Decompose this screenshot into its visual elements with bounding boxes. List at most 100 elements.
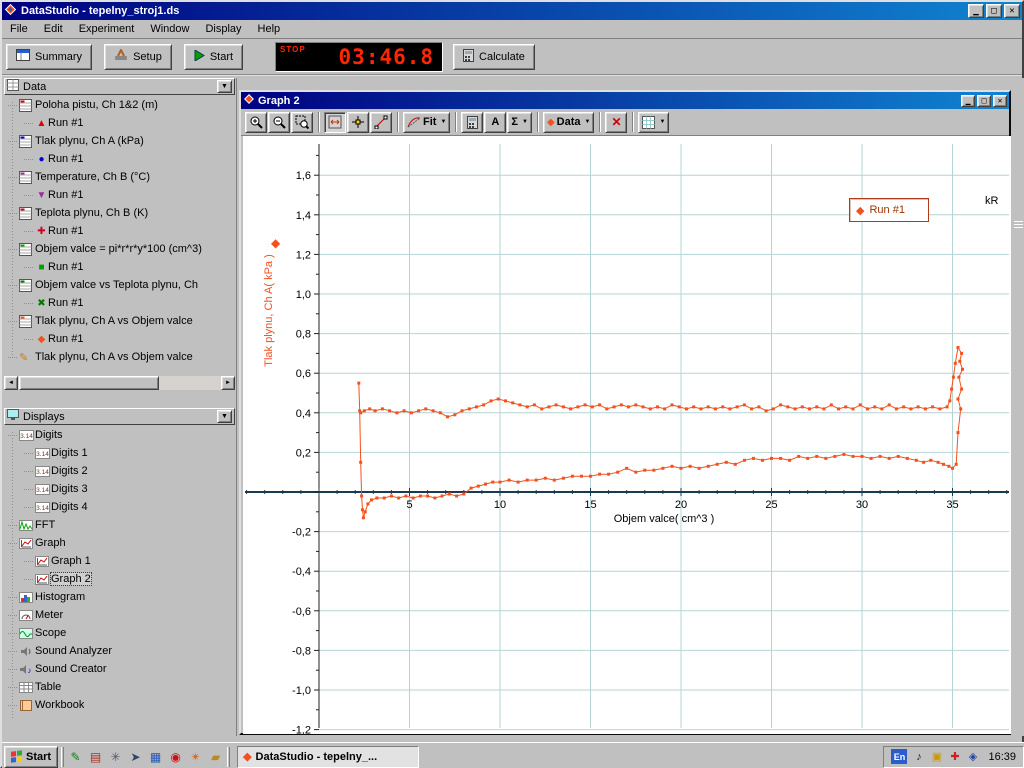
scale-lock-button[interactable] <box>324 112 346 133</box>
start-button[interactable]: Start <box>184 44 243 70</box>
data-run-item[interactable]: ◆Run #1 <box>4 330 235 348</box>
chart-canvas[interactable]: 1,61,41,21,00,80,60,40,2-0,2-0,4-0,6-0,8… <box>243 136 1011 734</box>
firewall-icon[interactable]: ◈ <box>965 749 980 765</box>
datasheet-icon <box>19 207 35 220</box>
zoom-in-button[interactable] <box>245 112 267 133</box>
calculate-button[interactable]: Calculate <box>453 44 535 70</box>
displays-panel-dropdown[interactable]: ▼ <box>217 410 232 423</box>
setup-button[interactable]: Setup <box>104 44 172 70</box>
window-titlebar[interactable]: DataStudio - tepelny_stroj1.ds ▁ □ ✕ <box>2 2 1022 20</box>
data-panel-dropdown[interactable]: ▼ <box>217 80 232 93</box>
tree-branch <box>24 195 33 196</box>
data-run-item[interactable]: ■Run #1 <box>4 258 235 276</box>
legend-marker-icon: ◆ <box>856 204 864 217</box>
display-item-scope[interactable]: Scope <box>4 624 235 642</box>
taskbar-task-button[interactable]: ◆ DataStudio - tepelny_... <box>237 746 419 768</box>
display-item-sound-analyzer[interactable]: Sound Analyzer <box>4 642 235 660</box>
data-run-item[interactable]: ▼Run #1 <box>4 186 235 204</box>
display-item-digits-1[interactable]: 3.14Digits 1 <box>4 444 235 462</box>
graph-window-title: Graph 2 <box>258 95 959 107</box>
tree-branch <box>8 669 17 670</box>
display-item-label: Graph <box>35 537 66 549</box>
folder-icon[interactable]: ▰ <box>207 748 224 766</box>
run-marker-icon: ✚ <box>35 226 48 237</box>
display-item-sound-creator[interactable]: ♪Sound Creator <box>4 660 235 678</box>
zoom-out-button[interactable] <box>268 112 290 133</box>
svg-text:♪: ♪ <box>28 666 32 675</box>
menu-window[interactable]: Window <box>142 21 197 37</box>
data-tree-scrollbar[interactable]: ◄ ► <box>4 376 235 390</box>
tree-branch <box>8 321 17 322</box>
display-item-fft[interactable]: FFT <box>4 516 235 534</box>
graph-maximize-button[interactable]: □ <box>977 95 991 107</box>
data-item[interactable]: Objem valce = pi*r*r*y*100 (cm^3) <box>4 240 235 258</box>
display-item-digits-2[interactable]: 3.14Digits 2 <box>4 462 235 480</box>
graph-window-titlebar[interactable]: Graph 2 ▁ □ ✕ <box>241 92 1009 109</box>
scheduler-icon[interactable]: ▣ <box>929 749 944 765</box>
smart-tool-button[interactable] <box>347 112 369 133</box>
display-item-digits[interactable]: 3.14Digits <box>4 426 235 444</box>
displays-panel-header[interactable]: Displays ▼ <box>4 408 235 425</box>
display-item-digits-4[interactable]: 3.14Digits 4 <box>4 498 235 516</box>
start-menu-button[interactable]: Start <box>4 746 58 768</box>
display-item-graph-1[interactable]: Graph 1 <box>4 552 235 570</box>
antivirus-icon[interactable]: ✚ <box>947 749 962 765</box>
data-item-label: Tlak plynu, Ch A vs Objem valce <box>35 315 193 327</box>
slope-tool-button[interactable] <box>370 112 392 133</box>
data-run-item[interactable]: ●Run #1 <box>4 150 235 168</box>
data-item[interactable]: ✎Tlak plynu, Ch A vs Objem valce <box>4 348 235 366</box>
data-item[interactable]: Tlak plynu, Ch A vs Objem valce <box>4 312 235 330</box>
display-item-digits-3[interactable]: 3.14Digits 3 <box>4 480 235 498</box>
menu-experiment[interactable]: Experiment <box>71 21 143 37</box>
menu-edit[interactable]: Edit <box>36 21 71 37</box>
data-item[interactable]: Teplota plynu, Ch B (K) <box>4 204 235 222</box>
window-icon[interactable]: ▦ <box>147 748 164 766</box>
timer-display: STOP 03:46.8 <box>275 42 443 72</box>
data-item[interactable]: Tlak plynu, Ch A (kPa) <box>4 132 235 150</box>
calculator-button[interactable] <box>461 112 483 133</box>
data-run-item[interactable]: ✚Run #1 <box>4 222 235 240</box>
scroll-right-icon[interactable]: ► <box>221 376 235 390</box>
data-item[interactable]: Temperature, Ch B (°C) <box>4 168 235 186</box>
display-item-histogram[interactable]: Histogram <box>4 588 235 606</box>
display-item-label: Scope <box>35 627 66 639</box>
volume-icon[interactable]: ♪ <box>911 749 926 765</box>
data-run-item[interactable]: ▲Run #1 <box>4 114 235 132</box>
graph-minimize-button[interactable]: ▁ <box>961 95 975 107</box>
document-icon[interactable]: ▤ <box>87 748 104 766</box>
data-item[interactable]: Objem valce vs Teplota plynu, Ch <box>4 276 235 294</box>
notes-icon[interactable]: ✎ <box>67 748 84 766</box>
minimize-button[interactable]: ▁ <box>968 4 984 18</box>
display-item-workbook[interactable]: Workbook <box>4 696 235 714</box>
fit-menu-button[interactable]: Fit▼ <box>403 112 450 133</box>
zoom-select-button[interactable] <box>291 112 313 133</box>
annotation-button[interactable]: A <box>484 112 506 133</box>
summary-button[interactable]: Summary <box>6 44 92 70</box>
opera-icon[interactable]: ◉ <box>167 748 184 766</box>
display-item-meter[interactable]: Meter <box>4 606 235 624</box>
settings-button[interactable]: ▼ <box>638 112 669 133</box>
chart-legend[interactable]: ◆ Run #1 <box>849 198 929 222</box>
menu-help[interactable]: Help <box>250 21 289 37</box>
scroll-left-icon[interactable]: ◄ <box>4 376 18 390</box>
menu-display[interactable]: Display <box>197 21 249 37</box>
data-panel-header[interactable]: Data ▼ <box>4 78 235 95</box>
language-indicator[interactable]: En <box>891 749 907 764</box>
display-item-table[interactable]: Table <box>4 678 235 696</box>
display-item-graph-2[interactable]: Graph 2 <box>4 570 235 588</box>
data-menu-button[interactable]: ◆Data▼ <box>543 112 595 133</box>
remove-button[interactable]: ✕ <box>605 112 627 133</box>
display-item-graph[interactable]: Graph <box>4 534 235 552</box>
close-button[interactable]: ✕ <box>1004 4 1020 18</box>
tree-branch <box>24 453 33 454</box>
keys-icon[interactable]: ✳ <box>107 748 124 766</box>
menu-file[interactable]: File <box>2 21 36 37</box>
statistics-button[interactable]: Σ▼ <box>507 112 532 133</box>
data-run-item[interactable]: ✖Run #1 <box>4 294 235 312</box>
graph-close-button[interactable]: ✕ <box>993 95 1007 107</box>
scrollbar-thumb[interactable] <box>19 376 159 390</box>
launcher-icon[interactable]: ➤ <box>127 748 144 766</box>
maximize-button[interactable]: □ <box>986 4 1002 18</box>
data-item[interactable]: Poloha pistu, Ch 1&2 (m) <box>4 96 235 114</box>
flame-icon[interactable]: ✴ <box>187 748 204 766</box>
